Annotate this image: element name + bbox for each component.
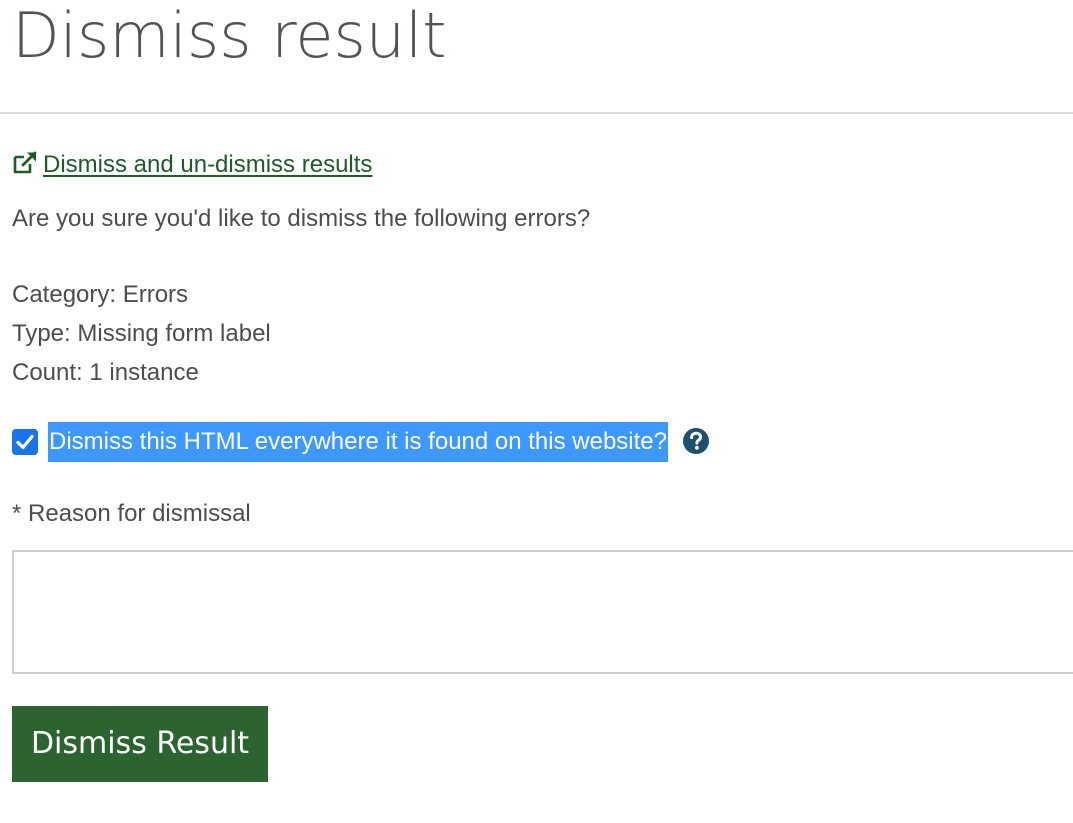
- confirm-question: Are you sure you'd like to dismiss the f…: [12, 205, 591, 232]
- dismiss-result-button[interactable]: Dismiss Result: [12, 706, 268, 782]
- page-title: Dismiss result: [12, 0, 447, 72]
- detail-category: Category: Errors: [12, 281, 189, 308]
- dismiss-everywhere-row: Dismiss this HTML everywhere it is found…: [12, 422, 710, 462]
- title-divider: [0, 112, 1073, 114]
- dismiss-help-link[interactable]: Dismiss and un-dismiss results: [12, 150, 372, 180]
- dismiss-help-link-label: Dismiss and un-dismiss results: [43, 151, 373, 178]
- question-circle-icon[interactable]: [682, 427, 710, 455]
- checkmark-icon: [16, 434, 34, 450]
- result-details: Category: Errors Type: Missing form labe…: [12, 275, 271, 392]
- reason-label: * Reason for dismissal: [12, 500, 251, 527]
- dismiss-everywhere-label[interactable]: Dismiss this HTML everywhere it is found…: [48, 422, 668, 462]
- detail-type: Type: Missing form label: [12, 320, 271, 347]
- external-link-icon: [13, 151, 37, 174]
- reason-textarea[interactable]: [12, 550, 1073, 674]
- dismiss-everywhere-checkbox[interactable]: [12, 429, 38, 455]
- detail-count: Count: 1 instance: [12, 359, 199, 386]
